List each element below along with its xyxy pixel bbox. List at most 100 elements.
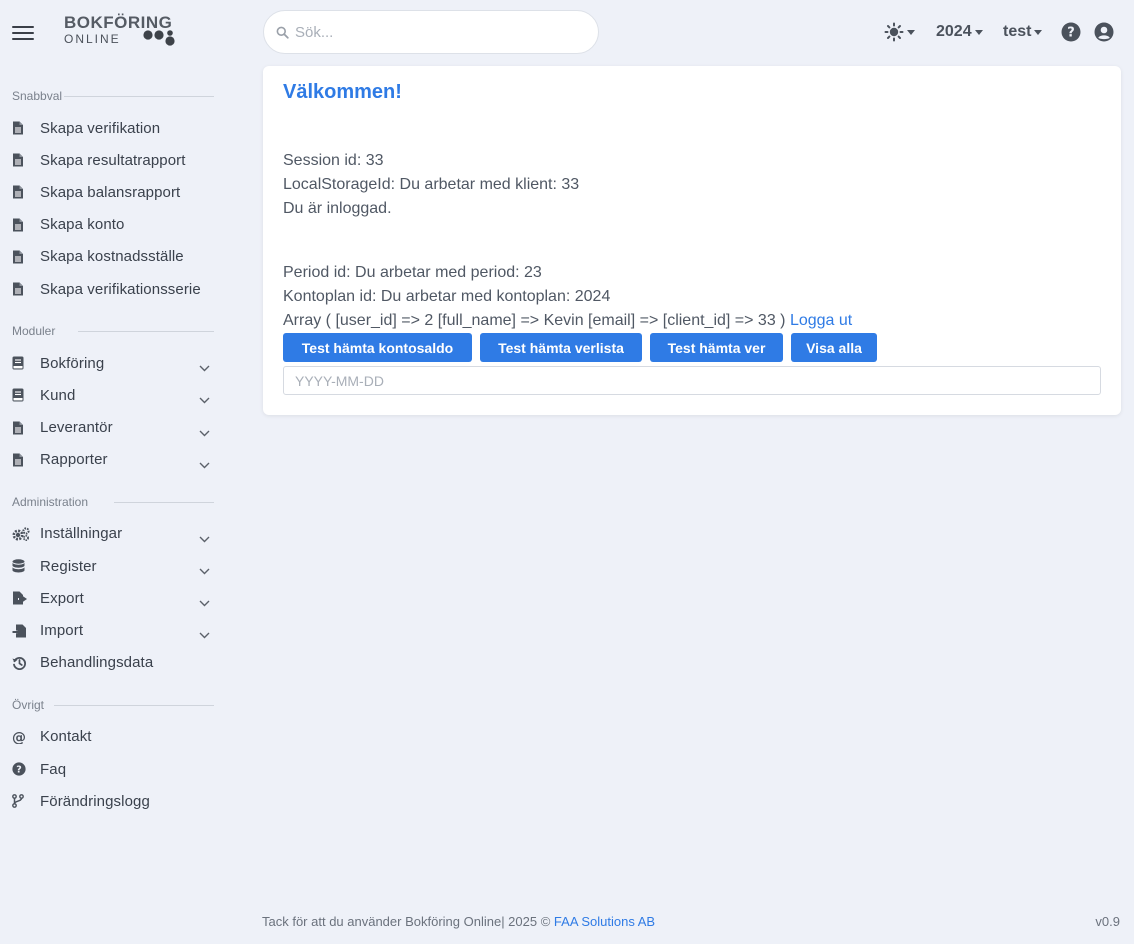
sidebar-item-label: Skapa kostnadsställe <box>40 248 184 266</box>
svg-text:?: ? <box>1067 26 1075 41</box>
logged-in-text: Du är inloggad. <box>283 200 392 217</box>
code-branch-icon <box>12 794 40 809</box>
sidebar-item-export[interactable]: Export <box>0 582 230 614</box>
profile-button[interactable] <box>1094 18 1114 46</box>
sidebar-item-rapporter[interactable]: Rapporter <box>0 444 230 476</box>
section-divider <box>78 331 214 333</box>
sidebar-item-kund[interactable]: Kund <box>0 379 230 411</box>
year-dropdown[interactable]: 2024 <box>936 18 983 46</box>
sidebar-item-label: Import <box>40 622 84 640</box>
caret-down-icon <box>974 29 983 35</box>
sun-icon <box>884 22 904 42</box>
sidebar-item-register[interactable]: Register <box>0 550 230 582</box>
document-icon <box>12 421 40 435</box>
chevron-down-icon <box>199 530 210 547</box>
sidebar-item-label: Förändringslogg <box>40 792 150 810</box>
theme-dropdown[interactable] <box>884 18 915 46</box>
svg-text:@: @ <box>12 730 26 744</box>
document-icon <box>12 250 40 264</box>
sidebar-item-skapa-resultatrapport[interactable]: Skapa resultatrapport <box>0 144 230 176</box>
session-array-text: Array ( [user_id] => 2 [full_name] => Ke… <box>283 312 786 329</box>
chevron-down-icon <box>199 456 210 473</box>
sidebar-item-label: Leverantör <box>40 419 113 437</box>
sidebar-item-skapa-verifikation[interactable]: Skapa verifikation <box>0 112 230 144</box>
sidebar-section-title: Snabbval <box>12 89 63 103</box>
file-import-icon <box>12 624 40 638</box>
footer: Tack för att du använder Bokföring Onlin… <box>262 914 655 929</box>
chevron-down-icon <box>199 359 210 376</box>
chevron-down-icon <box>199 424 210 441</box>
sidebar-section-heading: Snabbval <box>0 80 230 112</box>
sidebar-item-import[interactable]: Import <box>0 614 230 646</box>
chevron-down-icon <box>199 391 210 408</box>
sidebar-item-kontakt[interactable]: @ Kontakt <box>0 721 230 753</box>
hamburger-line <box>12 38 34 40</box>
session-array-line: Array ( [user_id] => 2 [full_name] => Ke… <box>283 309 852 333</box>
sidebar-section-heading: Moduler <box>0 315 230 347</box>
sidebar-item-skapa-kostnadsstalle[interactable]: Skapa kostnadsställe <box>0 241 230 273</box>
sidebar-item-bokforing[interactable]: Bokföring <box>0 347 230 379</box>
logout-link[interactable]: Logga ut <box>790 312 852 329</box>
kontoplan-id-text: Kontoplan id: Du arbetar med kontoplan: … <box>283 288 611 305</box>
book-icon <box>12 388 40 402</box>
user-circle-icon <box>1094 22 1114 42</box>
search-input[interactable] <box>295 23 575 41</box>
version-label: v0.9 <box>1095 914 1120 929</box>
document-icon <box>12 282 40 296</box>
sidebar-item-label: Faq <box>40 760 67 778</box>
sidebar-item-leverantor[interactable]: Leverantör <box>0 412 230 444</box>
test-verlista-button[interactable]: Test hämta verlista <box>480 333 642 362</box>
caret-down-icon <box>1034 29 1043 35</box>
history-icon <box>12 656 40 670</box>
help-button[interactable]: ? <box>1061 18 1081 46</box>
hamburger-line <box>12 32 34 34</box>
book-icon <box>12 356 40 370</box>
user-dropdown[interactable]: test <box>1003 18 1043 46</box>
document-icon <box>12 185 40 199</box>
sidebar: Snabbval Skapa verifikation Skapa resultat… <box>0 80 230 817</box>
search-icon <box>276 26 289 39</box>
search-bar[interactable] <box>263 10 599 54</box>
sidebar-item-skapa-konto[interactable]: Skapa konto <box>0 209 230 241</box>
test-ver-button[interactable]: Test hämta ver <box>650 333 783 362</box>
sidebar-item-behandlingsdata[interactable]: Behandlingsdata <box>0 647 230 679</box>
footer-company-link[interactable]: FAA Solutions AB <box>554 914 655 929</box>
sidebar-item-label: Behandlingsdata <box>40 654 154 672</box>
visa-alla-button[interactable]: Visa alla <box>791 333 877 362</box>
chevron-down-icon <box>199 594 210 611</box>
sidebar-item-forandringslogg[interactable]: Förändringslogg <box>0 785 230 817</box>
footer-text: Tack för att du använder Bokföring Onlin… <box>262 914 551 929</box>
question-circle-icon: ? <box>12 762 40 776</box>
date-input[interactable] <box>283 366 1101 395</box>
period-id-text: Period id: Du arbetar med period: 23 <box>283 264 542 281</box>
section-divider <box>114 501 214 503</box>
logo-dots-icon <box>143 30 175 46</box>
gears-icon <box>12 527 40 541</box>
chevron-down-icon <box>199 626 210 643</box>
sidebar-item-faq[interactable]: ? Faq <box>0 753 230 785</box>
sidebar-item-skapa-balansrapport[interactable]: Skapa balansrapport <box>0 176 230 208</box>
sidebar-item-label: Register <box>40 557 97 575</box>
user-label: test <box>1003 23 1032 40</box>
file-export-icon <box>12 591 40 605</box>
menu-toggle-button[interactable] <box>12 26 34 40</box>
sidebar-item-label: Rapporter <box>40 451 108 469</box>
database-icon <box>12 559 40 573</box>
document-icon <box>12 153 40 167</box>
section-divider <box>54 704 214 706</box>
sidebar-item-installningar[interactable]: Inställningar <box>0 518 230 550</box>
sidebar-section-heading: Administration <box>0 486 230 518</box>
sidebar-item-skapa-verifikationsserie[interactable]: Skapa verifikationsserie <box>0 273 230 305</box>
app-logo[interactable]: BOKFÖRING ONLINE <box>64 14 179 52</box>
local-storage-text: LocalStorageId: Du arbetar med klient: 3… <box>283 176 580 193</box>
question-circle-icon: ? <box>1061 22 1081 42</box>
sidebar-item-label: Inställningar <box>40 525 123 543</box>
chevron-down-icon <box>199 562 210 579</box>
document-icon <box>12 121 40 135</box>
sidebar-item-label: Skapa verifikation <box>40 119 161 137</box>
document-icon <box>12 218 40 232</box>
sidebar-item-label: Export <box>40 589 84 607</box>
sidebar-item-label: Skapa konto <box>40 216 125 234</box>
test-kontosaldo-button[interactable]: Test hämta kontosaldo <box>283 333 472 362</box>
hamburger-line <box>12 26 34 28</box>
